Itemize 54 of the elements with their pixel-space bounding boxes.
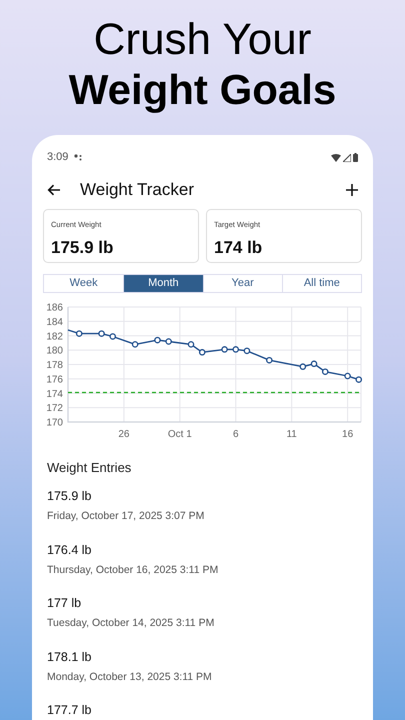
data-point [221, 346, 228, 352]
entry-weight: 175.9 lb [47, 488, 92, 506]
entry-date: Thursday, October 16, 2025 3:11 PM [47, 562, 220, 578]
data-point [198, 348, 206, 356]
data-point [165, 338, 172, 344]
add-icon[interactable] [346, 184, 358, 196]
y-tick-label: 180 [46, 345, 63, 356]
x-tick-label: 11 [286, 428, 297, 440]
entry-date: Monday, October 13, 2025 3:11 PM [47, 670, 213, 684]
entry-weight: 177.7 lb [47, 702, 92, 720]
data-point [356, 376, 362, 383]
entry-weight: 176.4 lb [47, 542, 92, 559]
headline: Weight Goals [68, 66, 336, 114]
y-tick-label: 186 [46, 302, 63, 314]
entry-date: Friday, October 17, 2025 3:07 PM [47, 509, 206, 524]
data-point [132, 340, 138, 348]
x-tick-label: 6 [232, 428, 239, 440]
dots-icon [74, 154, 84, 161]
stat-value: 174 lb [214, 236, 264, 258]
range-tab[interactable]: Month [123, 275, 202, 292]
y-tick-label: 178 [46, 360, 63, 371]
data-point [188, 340, 194, 348]
x-tick-label: 26 [118, 428, 130, 440]
entry-date: Tuesday, October 14, 2025 3:11 PM [47, 616, 216, 631]
x-tick-label: Oct 1 [168, 428, 192, 440]
data-point [232, 346, 239, 352]
data-point [300, 363, 306, 370]
entry-weight: 178.1 lb [47, 648, 92, 666]
status-time: 3:09 [47, 150, 68, 166]
data-point [244, 347, 250, 354]
app-title: Weight Tracker [80, 179, 196, 202]
signal-icon [343, 154, 351, 162]
data-point [109, 332, 116, 340]
back-arrow-icon[interactable] [47, 184, 61, 196]
y-tick-label: 176 [46, 374, 63, 386]
battery-icon [353, 153, 358, 162]
wifi-icon [331, 154, 341, 162]
data-point [344, 372, 351, 379]
y-tick-label: 170 [46, 417, 63, 428]
data-point [76, 330, 82, 337]
data-point [98, 330, 105, 337]
x-tick-label: 16 [342, 428, 354, 440]
data-point [322, 368, 328, 375]
data-point [310, 360, 318, 367]
y-tick-label: 184 [46, 316, 63, 328]
headline: Crush Your [94, 14, 312, 66]
y-tick-label: 174 [46, 388, 63, 400]
y-tick-label: 172 [46, 402, 63, 414]
data-point [266, 356, 273, 364]
stat-value: 175.9 lb [51, 236, 114, 258]
section-title: Weight Entries [47, 458, 132, 477]
data-point [154, 336, 161, 344]
entry-weight: 177 lb [47, 595, 82, 612]
y-tick-label: 182 [46, 331, 63, 342]
